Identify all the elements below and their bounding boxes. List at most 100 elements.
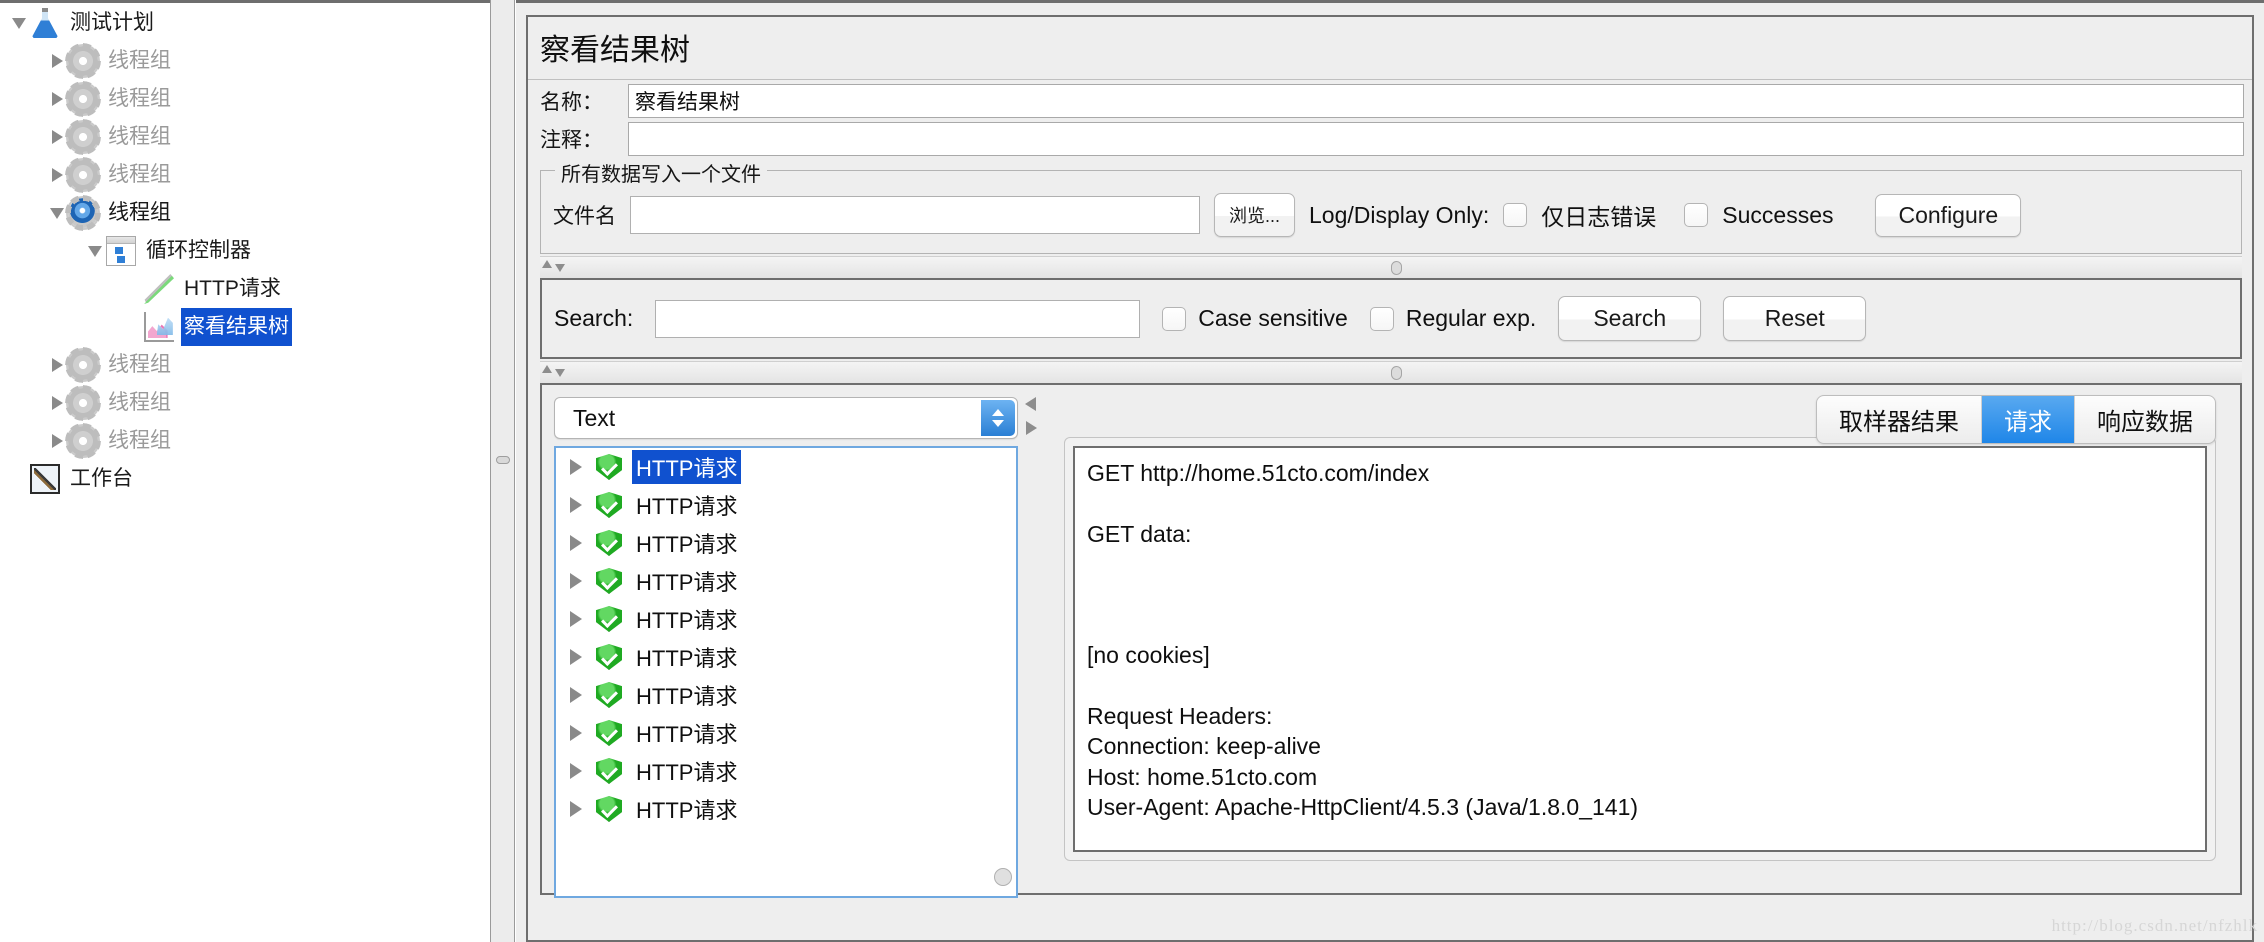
workbench-icon [30,464,60,494]
successes-checkbox[interactable] [1684,203,1709,227]
split-strip-lower[interactable] [540,361,2242,383]
result-row[interactable]: HTTP请求 [556,752,1016,790]
errors-only-checkbox[interactable] [1503,203,1528,227]
result-row-label: HTTP请求 [632,450,742,484]
gear-active-icon [68,198,98,228]
success-shield-icon [596,682,622,708]
result-row-label: HTTP请求 [636,684,738,709]
result-expand-icon[interactable] [570,801,582,817]
result-row-label: HTTP请求 [636,494,738,519]
tree-node-label: 线程组 [108,353,171,376]
chevron-updown-icon[interactable] [981,400,1015,436]
results-tree-list[interactable]: HTTP请求 HTTP请求 HTTP请求 HTTP请求 HTTP请求 HTTP请求 HTTP… [554,446,1018,898]
success-shield-icon [596,644,622,670]
result-row[interactable]: HTTP请求 [556,790,1016,828]
comment-input[interactable] [628,122,2244,156]
gear-icon [68,84,98,114]
result-row[interactable]: HTTP请求 [556,562,1016,600]
result-expand-icon[interactable] [570,763,582,779]
tree-node[interactable]: 线程组 [0,156,490,194]
collapse-down-icon[interactable] [555,264,565,272]
result-expand-icon[interactable] [570,459,582,475]
browse-button[interactable]: 浏览... [1214,193,1296,237]
result-row-label: HTTP请求 [636,570,738,595]
configure-button[interactable]: Configure [1875,193,2022,237]
case-sensitive-checkbox[interactable] [1162,306,1187,331]
case-sensitive-label: Case sensitive [1198,305,1348,331]
tree-toggle-expanded-icon[interactable] [8,4,30,42]
collapse-down-icon-lower[interactable] [555,369,565,377]
tree-node[interactable]: HTTP请求 [0,270,490,308]
split-arrow-left-icon[interactable] [1025,397,1036,411]
http-request-icon [144,274,174,304]
result-row-label: HTTP请求 [636,532,738,557]
result-row[interactable]: HTTP请求 [556,676,1016,714]
split-knob-upper[interactable] [1391,261,1402,275]
tree-node[interactable]: 测试计划 [0,4,490,42]
filename-label: 文件名 [553,205,616,228]
result-row[interactable]: HTTP请求 [556,448,1016,486]
result-expand-icon[interactable] [570,497,582,513]
tree-node[interactable]: 线程组 [0,384,490,422]
tree-node[interactable]: 线程组 [0,80,490,118]
write-all-data-group-title: 所有数据写入一个文件 [555,158,767,187]
result-expand-icon[interactable] [570,725,582,741]
detail-tab[interactable]: 取样器结果 [1817,396,1982,443]
split-knob-lower[interactable] [1391,366,1402,380]
search-label: Search: [554,305,634,331]
collapse-up-icon-lower[interactable] [542,365,552,373]
name-input[interactable] [628,84,2244,118]
result-row-label: HTTP请求 [636,722,738,747]
result-expand-icon[interactable] [570,611,582,627]
successes-label: Successes [1722,201,1834,228]
tree-node-label: 测试计划 [70,11,154,34]
tree-node[interactable]: 循环控制器 [0,232,490,270]
tree-node[interactable]: 线程组 [0,346,490,384]
detail-tab-bar[interactable]: 取样器结果 请求 响应数据 [1816,395,2216,444]
collapse-up-icon[interactable] [542,260,552,268]
gear-icon [68,350,98,380]
search-button[interactable]: Search [1558,296,1702,341]
tree-node[interactable]: 线程组 [0,194,490,232]
tree-node[interactable]: 线程组 [0,118,490,156]
horizontal-split-divider[interactable] [1020,393,1046,885]
split-arrows-upper[interactable] [542,260,565,272]
detail-tab[interactable]: 请求 [1982,396,2075,443]
tree-node[interactable]: 察看结果树 [0,308,490,346]
success-shield-icon [596,454,622,480]
split-grip-handle[interactable] [496,456,510,464]
search-row: Search: Case sensitive Regular exp. Sear… [554,296,2228,341]
result-row-label: HTTP请求 [636,608,738,633]
split-arrow-right-icon[interactable] [1026,421,1037,435]
split-arrows-lower[interactable] [542,365,565,377]
tree-node[interactable]: 工作台 [0,460,490,498]
tree-node[interactable]: 线程组 [0,42,490,80]
result-expand-icon[interactable] [570,535,582,551]
write-all-data-group: 所有数据写入一个文件 文件名 浏览... Log/Display Only: 仅… [540,158,2242,254]
result-row[interactable]: HTTP请求 [556,714,1016,752]
tree-node-label: 察看结果树 [181,308,292,346]
renderer-combobox[interactable]: Text [554,397,1018,439]
regular-exp-checkbox[interactable] [1369,306,1394,331]
result-expand-icon[interactable] [570,687,582,703]
result-row[interactable]: HTTP请求 [556,486,1016,524]
request-detail-text[interactable]: GET http://home.51cto.com/index GET data… [1073,446,2207,852]
search-input[interactable] [655,299,1141,338]
result-row[interactable]: HTTP请求 [556,600,1016,638]
result-row-label: HTTP请求 [636,646,738,671]
result-expand-icon[interactable] [570,573,582,589]
result-row[interactable]: HTTP请求 [556,524,1016,562]
split-strip-upper[interactable] [540,256,2242,278]
tree-node[interactable]: 线程组 [0,422,490,460]
detail-tab[interactable]: 响应数据 [2075,396,2215,443]
filename-input[interactable] [630,196,1200,234]
gear-icon [68,46,98,76]
view-results-tree-icon [144,312,174,342]
results-scroll-knob[interactable] [994,868,1012,886]
tree-toggle-expanded-icon[interactable] [84,232,106,270]
vertical-split-divider[interactable] [490,0,515,942]
reset-button[interactable]: Reset [1723,296,1867,341]
result-row[interactable]: HTTP请求 [556,638,1016,676]
test-plan-tree-panel[interactable]: 测试计划 线程组 线程组 线程组 线程组 线程组 循环控制器 HTTP请求 察看结果树 线程组 线程… [0,0,490,942]
result-expand-icon[interactable] [570,649,582,665]
